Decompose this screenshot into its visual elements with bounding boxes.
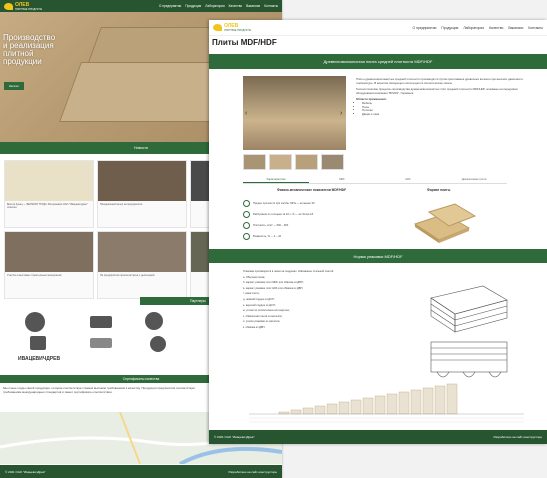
logo[interactable]: ОЛЕВ ПЛИТНЫЕ ПРОДУКТЫ <box>213 23 251 32</box>
prop-text: Разбухание по толщине за 24 ч, % — не бо… <box>253 213 314 216</box>
footer-copyright: © 2021 ОАО "ИвацевичДрев" <box>5 469 46 474</box>
partner-logo[interactable] <box>90 316 112 328</box>
product-gallery[interactable] <box>243 76 346 150</box>
tab-characteristics[interactable]: Характеристики <box>243 178 309 183</box>
description-paragraph: Плиты древесноволокнистые средней плотно… <box>356 77 523 85</box>
props-title: Физико-механические показатели MDF/HDF <box>277 188 347 192</box>
news-card[interactable]: Участие в выставке строительных материал… <box>4 231 94 299</box>
partner-logo[interactable] <box>90 338 112 348</box>
swelling-icon <box>243 211 250 218</box>
news-text: Виктор Кунец — ВЕТЕРАН ТРУДА. Ветеранами… <box>7 203 88 209</box>
nav-jobs[interactable]: Вакансии <box>508 26 523 30</box>
top-nav: ОЛЕВ ПЛИТНЫЕ ПРОДУКТЫ О предприятии Проду… <box>0 0 282 12</box>
packing-intro: Упаковка производится в пачки на поддона… <box>243 270 334 273</box>
nav-contacts[interactable]: Контакты <box>528 26 543 30</box>
gallery-prev-icon[interactable]: ‹ <box>245 110 247 117</box>
nav-jobs[interactable]: Вакансии <box>246 4 260 8</box>
footer: © 2021 ОАО "ИвацевичДрев" Разработано на … <box>0 465 282 478</box>
hero-title: Производство и реализация плитной продук… <box>3 33 56 66</box>
certs-text: Мы очень горды своей продукции, которая … <box>3 386 196 394</box>
packing-table-graphic <box>249 383 524 423</box>
partner-logo[interactable] <box>30 336 46 350</box>
thumbnail[interactable] <box>269 154 292 170</box>
prop-row: Влажность, % — 4 – 10 <box>243 231 373 242</box>
top-nav: ОЛЕВ ПЛИТНЫЕ ПРОДУКТЫ О предприятии Проду… <box>209 20 547 36</box>
nav-lab[interactable]: Лаборатория <box>463 26 484 30</box>
partner-logo[interactable] <box>25 312 45 332</box>
strength-icon <box>243 200 250 207</box>
tab-decor[interactable]: Декоративная плита <box>441 178 507 183</box>
nav-quality[interactable]: Качество <box>229 4 242 8</box>
nav-lab[interactable]: Лаборатория <box>205 4 224 8</box>
logo-tagline: ПЛИТНЫЕ ПРОДУКТЫ <box>15 7 42 11</box>
partner-logo-text[interactable]: ИВАЦЕВИЧДРЕВ <box>18 356 60 362</box>
nav-about[interactable]: О предприятии <box>413 26 437 30</box>
nav-about[interactable]: О предприятии <box>159 4 181 8</box>
news-card[interactable]: Праздничный вечер на предприятии <box>97 160 187 228</box>
packing-item: з. обвязочная лента из металла; <box>243 314 283 318</box>
gallery-next-icon[interactable]: › <box>340 110 342 117</box>
packing-item: г. сама плита; <box>243 292 260 296</box>
product-page: ОЛЕВ ПЛИТНЫЕ ПРОДУКТЫ О предприятии Проду… <box>209 20 547 444</box>
footer-credit: Разработано на сайт-конструкторе <box>228 469 278 474</box>
product-tabs: Характеристики MDF HDF Декоративная плит… <box>243 178 507 184</box>
nav-products[interactable]: Продукция <box>441 26 458 30</box>
logo-tagline: ПЛИТНЫЕ ПРОДУКТЫ <box>224 29 251 32</box>
news-text: На предприятии прошла встреча с делегаци… <box>100 274 155 277</box>
thumbnail[interactable] <box>321 154 344 170</box>
nav-products[interactable]: Продукция <box>185 4 201 8</box>
packing-item: б. каркас упаковки плит MDF или обвязка … <box>243 281 304 285</box>
packing-text: Упаковка производится в пачки на поддона… <box>243 270 413 329</box>
area-item: Двери и окна <box>362 112 536 117</box>
nav-contacts[interactable]: Контакты <box>264 4 278 8</box>
page-title: Плиты MDF/HDF <box>212 38 277 47</box>
packing-item: к. обвязка из ДВП. <box>243 325 266 329</box>
tab-hdf[interactable]: HDF <box>375 178 441 183</box>
partners-logos: ИВАЦЕВИЧДРЕВ <box>10 308 210 368</box>
news-card[interactable]: На предприятии прошла встреча с делегаци… <box>97 231 187 299</box>
partner-logo[interactable] <box>145 312 163 330</box>
footer-credit: Разработано на сайт-конструкторе <box>493 435 543 439</box>
prop-row: Плотность, кг/м³ — 600 – 900 <box>243 220 373 231</box>
props-list: Предел прочности при изгибе, МПа — не ме… <box>243 198 373 242</box>
catalog-button[interactable]: Каталог <box>4 82 25 90</box>
packing-item: и. уголки упаковки из металла; <box>243 320 281 324</box>
packing-item: ж. уголки из полиэтилена или картона; <box>243 309 290 313</box>
footer-copyright: © 2021 ОАО "ИвацевичДрев" <box>214 435 255 439</box>
logo-icon <box>213 24 222 31</box>
sheet-format-illustration <box>413 203 477 243</box>
format-title: Формат плиты <box>427 188 451 192</box>
logo[interactable]: ОЛЕВ ПЛИТНЫЕ ПРОДУКТЫ <box>4 2 42 11</box>
logo-text: ОЛЕВ <box>15 1 30 8</box>
packing-item: в. каркас упаковки плит HDF или обвязка … <box>243 286 304 290</box>
packing-band: Норма упаковки MDF/HDF <box>209 249 547 263</box>
thumbnail[interactable] <box>295 154 318 170</box>
prop-text: Предел прочности при изгибе, МПа — не ме… <box>253 202 315 205</box>
nav-quality[interactable]: Качество <box>489 26 503 30</box>
tab-mdf[interactable]: MDF <box>309 178 375 183</box>
prop-row: Предел прочности при изгибе, МПа — не ме… <box>243 198 373 209</box>
packing-item: а. Обычная пачка; <box>243 275 266 279</box>
humidity-icon <box>243 233 250 240</box>
news-text: Участие в выставке строительных материал… <box>7 274 62 277</box>
packing-item: д. нижний поддон из ДСП; <box>243 297 275 301</box>
prop-text: Плотность, кг/м³ — 600 – 900 <box>253 224 289 227</box>
news-text: Праздничный вечер на предприятии <box>100 203 143 206</box>
description-paragraph: Технологические процессы производства др… <box>356 87 518 95</box>
density-icon <box>243 222 250 229</box>
logo-icon <box>4 2 13 10</box>
news-card[interactable]: Виктор Кунец — ВЕТЕРАН ТРУДА. Ветеранами… <box>4 160 94 228</box>
partner-logo[interactable] <box>150 336 166 352</box>
packing-drawing <box>430 285 508 378</box>
prop-text: Влажность, % — 4 – 10 <box>253 235 282 238</box>
footer: © 2021 ОАО "ИвацевичДрев" Разработано на … <box>209 430 547 444</box>
prop-row: Разбухание по толщине за 24 ч, % — не бо… <box>243 209 373 220</box>
product-band: Древесноволокнистая плита средней плотно… <box>209 54 547 69</box>
product-description: Плиты древесноволокнистые средней плотно… <box>356 77 536 117</box>
gallery-thumbnails <box>243 154 344 170</box>
packing-item: е. верхний поддон из ДСП; <box>243 303 276 307</box>
thumbnail[interactable] <box>243 154 266 170</box>
